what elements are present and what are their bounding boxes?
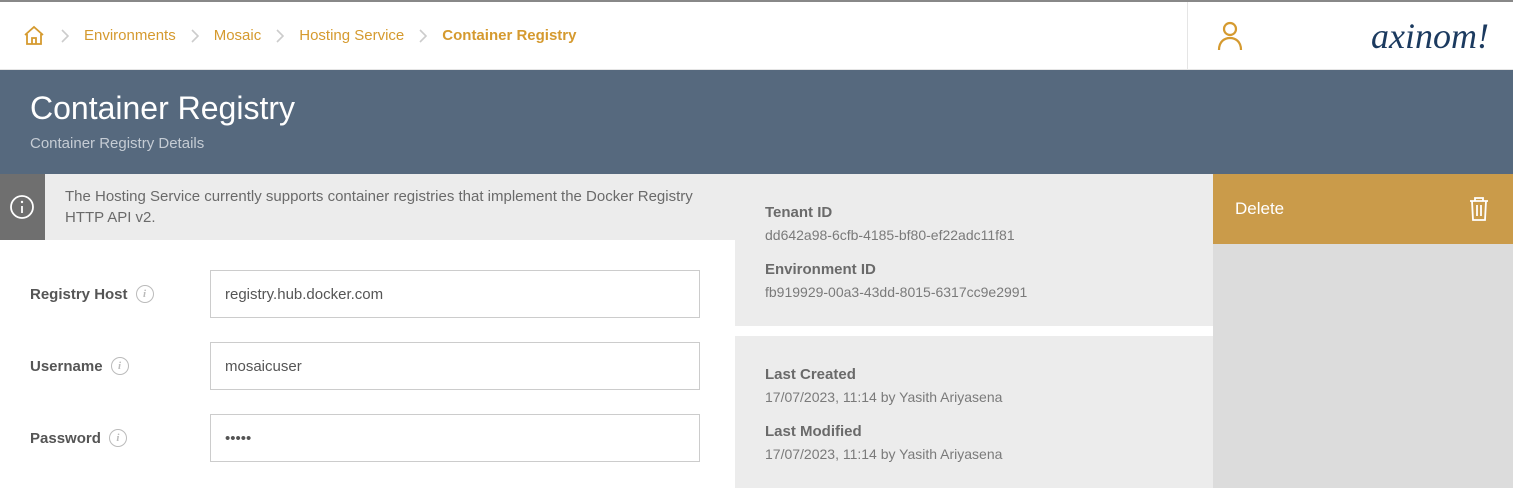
chevron-right-icon: [418, 29, 428, 43]
form-row-username: Username i: [30, 342, 735, 390]
user-icon[interactable]: [1216, 20, 1244, 52]
body: The Hosting Service currently supports c…: [0, 174, 1513, 488]
topbar-right: axinom!: [1187, 2, 1513, 69]
username-label: Username i: [30, 357, 210, 375]
info-text: The Hosting Service currently supports c…: [45, 174, 735, 240]
password-label: Password i: [30, 429, 210, 447]
registry-host-input[interactable]: [210, 270, 700, 318]
main-column: The Hosting Service currently supports c…: [0, 174, 735, 488]
breadcrumb: Environments Mosaic Hosting Service Cont…: [0, 24, 576, 48]
meta-last-modified: Last Modified 17/07/2023, 11:14 by Yasit…: [765, 423, 1183, 462]
username-input[interactable]: [210, 342, 700, 390]
page-title: Container Registry: [30, 90, 1483, 127]
meta-column: Tenant ID dd642a98-6cfb-4185-bf80-ef22ad…: [735, 174, 1213, 488]
delete-label: Delete: [1235, 199, 1284, 219]
home-icon[interactable]: [22, 24, 46, 48]
form-row-password: Password i: [30, 414, 735, 462]
info-icon: [0, 174, 45, 240]
chevron-right-icon: [190, 29, 200, 43]
breadcrumb-link-hosting-service[interactable]: Hosting Service: [299, 27, 404, 44]
info-circle-icon[interactable]: i: [136, 285, 154, 303]
meta-block-ids: Tenant ID dd642a98-6cfb-4185-bf80-ef22ad…: [735, 174, 1213, 326]
info-circle-icon[interactable]: i: [109, 429, 127, 447]
registry-host-label: Registry Host i: [30, 285, 210, 303]
meta-tenant-id: Tenant ID dd642a98-6cfb-4185-bf80-ef22ad…: [765, 204, 1183, 243]
header-band: Container Registry Container Registry De…: [0, 70, 1513, 174]
brand-logo: axinom!: [1371, 15, 1489, 57]
password-input[interactable]: [210, 414, 700, 462]
form-row-registry-host: Registry Host i: [30, 270, 735, 318]
topbar: Environments Mosaic Hosting Service Cont…: [0, 0, 1513, 70]
chevron-right-icon: [60, 29, 70, 43]
meta-environment-id: Environment ID fb919929-00a3-43dd-8015-6…: [765, 261, 1183, 300]
meta-block-timestamps: Last Created 17/07/2023, 11:14 by Yasith…: [735, 326, 1213, 488]
trash-icon: [1467, 195, 1491, 223]
page-subtitle: Container Registry Details: [30, 135, 1483, 152]
meta-last-created: Last Created 17/07/2023, 11:14 by Yasith…: [765, 366, 1183, 405]
delete-button[interactable]: Delete: [1213, 174, 1513, 244]
chevron-right-icon: [275, 29, 285, 43]
breadcrumb-current: Container Registry: [442, 27, 576, 44]
info-circle-icon[interactable]: i: [111, 357, 129, 375]
breadcrumb-link-environments[interactable]: Environments: [84, 27, 176, 44]
actions-column: Delete: [1213, 174, 1513, 488]
info-banner: The Hosting Service currently supports c…: [0, 174, 735, 240]
breadcrumb-link-mosaic[interactable]: Mosaic: [214, 27, 262, 44]
form: Registry Host i Username i Password i: [0, 240, 735, 462]
